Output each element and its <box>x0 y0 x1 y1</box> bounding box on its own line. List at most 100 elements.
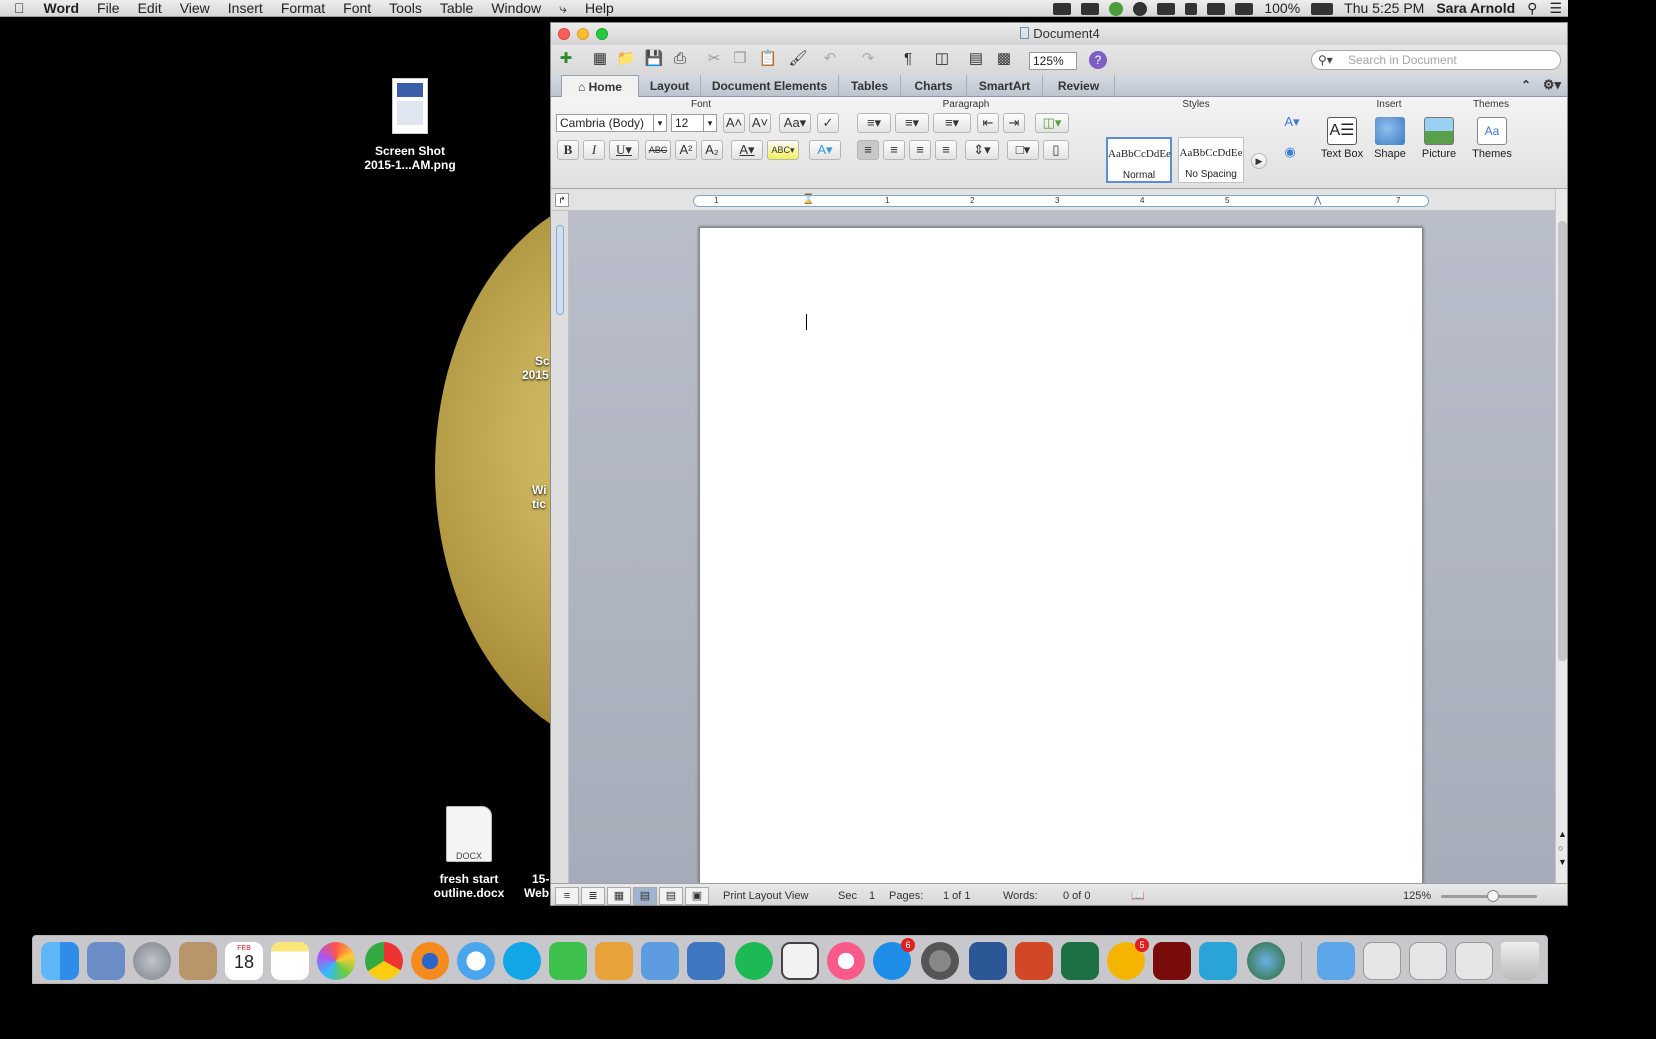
insert-shape[interactable]: Shape <box>1367 117 1413 160</box>
menu-view[interactable]: View <box>171 0 219 17</box>
browse-object-icon[interactable]: ○ <box>1558 843 1563 853</box>
menu-format[interactable]: Format <box>272 0 334 17</box>
menu-file[interactable]: File <box>88 0 129 17</box>
bullets-icon[interactable]: ≡▾ <box>857 113 891 133</box>
quick-styles-icon[interactable]: A▾ <box>1277 113 1307 133</box>
bluetooth-icon[interactable] <box>1185 2 1198 15</box>
align-center-button[interactable]: ≡ <box>883 140 905 160</box>
tab-review[interactable]: Review <box>1043 75 1115 97</box>
word-app-icon[interactable] <box>969 942 1007 980</box>
borders-icon[interactable]: □▾ <box>1007 140 1039 160</box>
next-page-icon[interactable]: ▼ <box>1558 857 1567 867</box>
insert-text-box[interactable]: A☰ Text Box <box>1317 117 1367 160</box>
tab-home[interactable]: ⌂ Home <box>561 75 639 97</box>
clock[interactable]: Thu 5:25 PM <box>1338 0 1430 17</box>
menu-insert[interactable]: Insert <box>219 0 272 17</box>
finder-icon[interactable] <box>41 942 79 980</box>
format-painter-icon[interactable]: 🖌 <box>787 49 809 69</box>
font-name-dropdown-icon[interactable]: ▾ <box>653 114 667 132</box>
battery-icon[interactable] <box>1311 2 1334 15</box>
tab-layout[interactable]: Layout <box>639 75 701 97</box>
paste-icon[interactable]: 📋 <box>757 49 779 69</box>
trash-icon[interactable] <box>1501 942 1539 980</box>
powerpoint-app-icon[interactable] <box>1015 942 1053 980</box>
alien-icon[interactable] <box>1133 1 1148 16</box>
clear-formatting-icon[interactable]: ✓ <box>817 113 839 133</box>
menu-tools[interactable]: Tools <box>380 0 431 17</box>
menu-table[interactable]: Table <box>431 0 482 17</box>
underline-button[interactable]: U▾ <box>609 140 639 160</box>
downloads-stack-icon[interactable] <box>1409 942 1447 980</box>
screenshot-file-icon[interactable] <box>392 78 428 134</box>
help-icon[interactable]: ? <box>1089 51 1107 69</box>
window-titlebar[interactable]: Document4 <box>551 23 1567 45</box>
messages-icon[interactable] <box>457 942 495 980</box>
system-preferences-icon[interactable] <box>921 942 959 980</box>
zoom-select[interactable]: 125% <box>1029 52 1077 70</box>
font-name-field[interactable]: Cambria (Body) <box>556 114 667 132</box>
wifi-icon[interactable] <box>1235 2 1254 15</box>
shrink-font-icon[interactable]: A˅ <box>749 113 771 133</box>
numbering-icon[interactable]: ≡▾ <box>895 113 929 133</box>
new-document-icon[interactable]: ✚ <box>555 49 577 69</box>
chrome-icon[interactable] <box>365 942 403 980</box>
calculator-icon[interactable] <box>179 942 217 980</box>
evernote-icon[interactable] <box>1109 1 1124 16</box>
photos-icon[interactable] <box>317 942 355 980</box>
itunes-icon[interactable] <box>827 942 865 980</box>
decrease-indent-icon[interactable]: ⇤ <box>977 113 999 133</box>
draft-view-button[interactable]: ≡ <box>555 887 579 905</box>
zoom-button[interactable] <box>596 28 608 40</box>
search-input[interactable]: ⚲▾ Search in Document <box>1311 50 1561 70</box>
airplay-icon[interactable] <box>1157 2 1176 15</box>
spotify-icon[interactable] <box>735 942 773 980</box>
undo-icon[interactable]: ↶ <box>819 49 841 69</box>
mail-app-icon[interactable] <box>87 942 125 980</box>
style-no-spacing[interactable]: AaBbCcDdEe No Spacing <box>1178 137 1244 183</box>
zoom-slider[interactable] <box>1441 890 1537 902</box>
strikethrough-button[interactable]: ABC <box>645 140 671 160</box>
themes-button[interactable]: Aa Themes <box>1467 117 1517 160</box>
numbers-icon[interactable] <box>641 942 679 980</box>
words-value[interactable]: 0 of 0 <box>1063 888 1091 904</box>
align-left-button[interactable]: ≡ <box>857 140 879 160</box>
close-button[interactable] <box>558 28 570 40</box>
shading-icon[interactable]: ▯ <box>1043 140 1069 160</box>
bold-button[interactable]: B <box>557 140 579 160</box>
proofing-icon[interactable]: 📖 <box>1131 888 1145 904</box>
font-size-dropdown-icon[interactable]: ▾ <box>703 114 717 132</box>
tab-charts[interactable]: Charts <box>901 75 967 97</box>
keynote-icon[interactable] <box>687 942 725 980</box>
app-menu[interactable]: Word <box>35 0 89 17</box>
document-stack-icon[interactable] <box>1363 942 1401 980</box>
battery-percent[interactable]: 100% <box>1258 0 1306 17</box>
media-browser-icon[interactable]: ▩ <box>993 49 1015 69</box>
docx-file-icon[interactable]: DOCX <box>446 806 492 862</box>
spotlight-icon[interactable]: ⚲ <box>1521 0 1543 17</box>
superscript-button[interactable]: A² <box>675 140 697 160</box>
calendar-icon[interactable]: FEB 18 <box>225 942 263 980</box>
tab-tables[interactable]: Tables <box>839 75 901 97</box>
menu-help[interactable]: Help <box>576 0 623 17</box>
columns-icon[interactable]: ◫▾ <box>1035 113 1069 133</box>
text-effects-button[interactable]: A▾ <box>809 140 841 160</box>
line-spacing-icon[interactable]: ⇕▾ <box>965 140 999 160</box>
styles-next-icon[interactable]: ▶ <box>1251 153 1267 169</box>
notification-center-icon[interactable]: ☰ <box>1543 0 1568 17</box>
script-menu-icon[interactable]: ⤷ <box>550 0 576 17</box>
apple-menu-icon[interactable]:  <box>0 0 35 17</box>
dropbox-icon[interactable] <box>1053 2 1072 15</box>
excel-app-icon[interactable] <box>1061 942 1099 980</box>
previous-page-icon[interactable]: ▲ <box>1558 829 1567 839</box>
right-indent-marker-icon[interactable]: ⋀ <box>1314 195 1321 206</box>
open-icon[interactable]: 📁 <box>615 49 637 69</box>
screenshot-file-label[interactable]: Screen Shot 2015-1...AM.png <box>350 144 470 172</box>
sidebar-icon[interactable]: ◫ <box>931 49 953 69</box>
notebook-view-button[interactable]: ▤ <box>659 887 683 905</box>
gallery-icon[interactable]: ▦ <box>589 49 611 69</box>
print-layout-view-button[interactable]: ▤ <box>633 887 657 905</box>
grow-font-icon[interactable]: A˄ <box>723 113 745 133</box>
justify-button[interactable]: ≡ <box>935 140 957 160</box>
scrivener-icon[interactable] <box>781 942 819 980</box>
tab-stop-selector-icon[interactable]: ↱ <box>555 193 569 207</box>
